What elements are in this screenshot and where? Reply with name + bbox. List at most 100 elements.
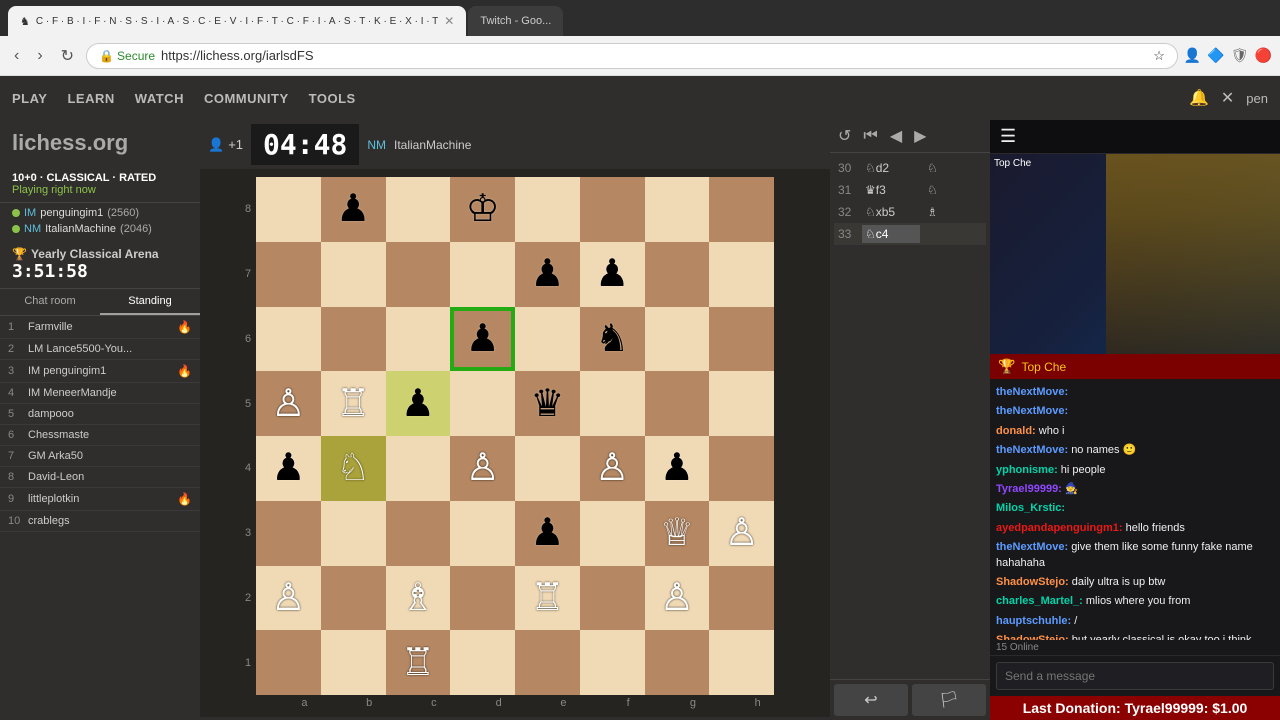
square-b7[interactable] [321,242,386,307]
chat-user-haupt[interactable]: hauptschuhle: [996,615,1071,627]
chat-user-nextmove1[interactable]: theNextMove: [996,386,1068,398]
square-g6[interactable] [645,307,710,372]
square-a5[interactable]: ♙ [256,371,321,436]
square-a1[interactable] [256,630,321,695]
square-e8[interactable] [515,177,580,242]
square-a2[interactable]: ♙ [256,566,321,631]
square-b6[interactable] [321,307,386,372]
chat-user-donald[interactable]: donald: [996,425,1036,437]
square-g3[interactable]: ♕ [645,501,710,566]
chess-piece[interactable]: ♟ [595,255,629,293]
chess-piece[interactable]: ♞ [595,320,629,358]
tab-standing[interactable]: Standing [100,289,200,315]
square-c5[interactable]: ♟ [386,371,451,436]
nav-tools[interactable]: TOOLS [309,91,356,106]
square-e3[interactable]: ♟ [515,501,580,566]
chess-piece[interactable]: ♟ [530,514,564,552]
square-c4[interactable] [386,436,451,501]
undo-button[interactable]: ↩ [834,684,908,716]
toolbar-icon-2[interactable]: 🛡 [1231,47,1249,64]
chess-piece[interactable]: ♛ [530,385,564,423]
chess-piece[interactable]: ♟ [401,385,435,423]
chess-piece[interactable]: ♟ [530,255,564,293]
square-b4[interactable]: ♘ [321,436,386,501]
move-black-32[interactable]: ♗ [924,203,982,221]
square-e7[interactable]: ♟ [515,242,580,307]
square-g4[interactable]: ♟ [645,436,710,501]
square-c1[interactable]: ♖ [386,630,451,695]
square-f3[interactable] [580,501,645,566]
chat-user-yphon[interactable]: yphonisme: [996,464,1058,476]
square-d5[interactable] [450,371,515,436]
standing-item-1[interactable]: 1 Farmville 🔥 [0,316,200,339]
chess-piece[interactable]: ♟ [466,320,500,358]
square-h7[interactable] [709,242,774,307]
square-b2[interactable] [321,566,386,631]
nav-learn[interactable]: LEARN [67,91,114,106]
nav-watch[interactable]: WATCH [135,91,184,106]
user-profile[interactable]: pen [1246,91,1268,106]
move-white-32[interactable]: ♘xb5 [862,203,920,221]
square-b3[interactable] [321,501,386,566]
notification-bell-icon[interactable]: 🔔 [1189,88,1209,108]
standing-item-2[interactable]: 2 LM Lance5500-You... [0,339,200,360]
next-move-button[interactable]: ▶ [910,124,930,148]
extensions-icon[interactable]: 👤 [1184,47,1201,64]
square-d2[interactable] [450,566,515,631]
square-g2[interactable]: ♙ [645,566,710,631]
chess-piece[interactable]: ♟ [271,449,305,487]
chat-user-nextmove3[interactable]: theNextMove: [996,444,1068,456]
chess-piece[interactable]: ♖ [530,579,564,617]
square-b5[interactable]: ♖ [321,371,386,436]
prev-move-button[interactable]: ◀ [886,124,906,148]
square-h8[interactable] [709,177,774,242]
player-name-2[interactable]: ItalianMachine [45,223,116,235]
square-f4[interactable]: ♙ [580,436,645,501]
nav-play[interactable]: PLAY [12,91,47,106]
first-move-button[interactable]: ⏮ [859,125,881,147]
square-g5[interactable] [645,371,710,436]
chess-piece[interactable]: ♘ [336,449,370,487]
close-icon[interactable]: ✕ [1221,88,1234,108]
square-a8[interactable] [256,177,321,242]
square-d6[interactable]: ♟ [450,307,515,372]
active-tab[interactable]: ♞ C · F · B · I · F · N · S · S · I · A … [8,6,466,36]
tab-close-icon[interactable]: ✕ [444,14,454,28]
square-d7[interactable] [450,242,515,307]
chess-piece[interactable]: ♙ [595,449,629,487]
square-d3[interactable] [450,501,515,566]
stream-preview[interactable]: Top Che [990,154,1280,354]
standing-item-3[interactable]: 3 IM penguingim1 🔥 [0,360,200,383]
square-g8[interactable] [645,177,710,242]
chess-piece[interactable]: ♕ [660,514,694,552]
square-f1[interactable] [580,630,645,695]
square-a3[interactable] [256,501,321,566]
square-f7[interactable]: ♟ [580,242,645,307]
square-d8[interactable]: ♔ [450,177,515,242]
star-icon[interactable]: ☆ [1153,48,1165,64]
standing-item-6[interactable]: 6 Chessmaste [0,425,200,446]
square-e6[interactable] [515,307,580,372]
standing-item-9[interactable]: 9 littleplotkin 🔥 [0,488,200,511]
chess-piece[interactable]: ♟ [336,190,370,228]
square-f5[interactable] [580,371,645,436]
chat-user-nextmove2[interactable]: theNextMove: [996,405,1068,417]
square-f2[interactable] [580,566,645,631]
player-name-1[interactable]: penguingim1 [40,207,103,219]
move-white-33[interactable]: ♘c4 [862,225,920,243]
site-logo[interactable]: lichess.org [0,120,200,166]
square-h5[interactable] [709,371,774,436]
square-c6[interactable] [386,307,451,372]
square-g7[interactable] [645,242,710,307]
move-black-30[interactable]: ♘ [924,159,982,177]
square-h3[interactable]: ♙ [709,501,774,566]
square-h2[interactable] [709,566,774,631]
square-b1[interactable] [321,630,386,695]
chat-user-shadowstejo1[interactable]: ShadowStejo: [996,576,1069,588]
standing-item-8[interactable]: 8 David-Leon [0,467,200,488]
forward-button[interactable]: › [31,43,48,69]
chat-user-tyrael1[interactable]: Tyrael99999: [996,483,1062,495]
chat-user-charles[interactable]: charles_Martel_: [996,595,1083,607]
chat-user-milos[interactable]: Milos_Krstic: [996,502,1065,514]
square-c8[interactable] [386,177,451,242]
